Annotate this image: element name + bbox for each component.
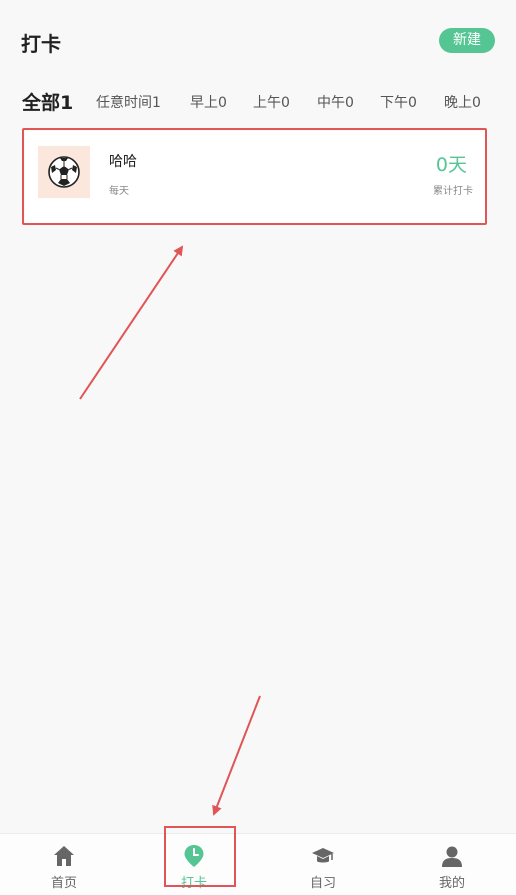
clock-pin-icon (184, 845, 204, 867)
habit-days-label: 累计打卡 (433, 186, 473, 197)
tab-evening[interactable]: 晚上0 (444, 92, 481, 112)
habit-thumbnail (38, 146, 90, 198)
tab-early-morning[interactable]: 早上0 (190, 92, 227, 112)
habit-card[interactable]: 哈哈 每天 0天 累计打卡 (25, 131, 485, 223)
nav-study[interactable]: 自习 (283, 834, 363, 895)
home-icon (54, 846, 74, 866)
habit-name: 哈哈 (109, 154, 137, 170)
tab-morning[interactable]: 上午0 (253, 92, 290, 112)
soccer-ball-icon (48, 156, 80, 188)
tab-noon[interactable]: 中午0 (317, 92, 354, 112)
nav-mine[interactable]: 我的 (412, 834, 492, 895)
user-icon (442, 846, 462, 867)
tab-anytime[interactable]: 任意时间1 (96, 92, 161, 112)
tab-afternoon[interactable]: 下午0 (380, 92, 417, 112)
nav-home[interactable]: 首页 (24, 834, 104, 895)
habit-frequency: 每天 (109, 186, 129, 197)
annotation-arrow-card (79, 245, 184, 400)
tab-all[interactable]: 全部1 (22, 88, 73, 115)
new-button[interactable]: 新建 (439, 28, 495, 53)
nav-home-label: 首页 (50, 876, 77, 891)
time-filter-tabs: 全部1 任意时间1 早上0 上午0 中午0 下午0 晚上0 (0, 88, 516, 118)
page-title: 打卡 (21, 32, 61, 56)
bottom-nav: 首页 打卡 自习 我的 (0, 833, 516, 895)
nav-mine-label: 我的 (438, 876, 465, 891)
habit-days-count: 0天 (435, 154, 467, 176)
nav-checkin-label: 打卡 (180, 876, 207, 891)
nav-study-label: 自习 (309, 876, 336, 891)
graduation-cap-icon (312, 848, 334, 863)
annotation-arrow-nav (212, 695, 261, 816)
nav-checkin[interactable]: 打卡 (154, 834, 234, 895)
header: 打卡 新建 (0, 0, 516, 80)
